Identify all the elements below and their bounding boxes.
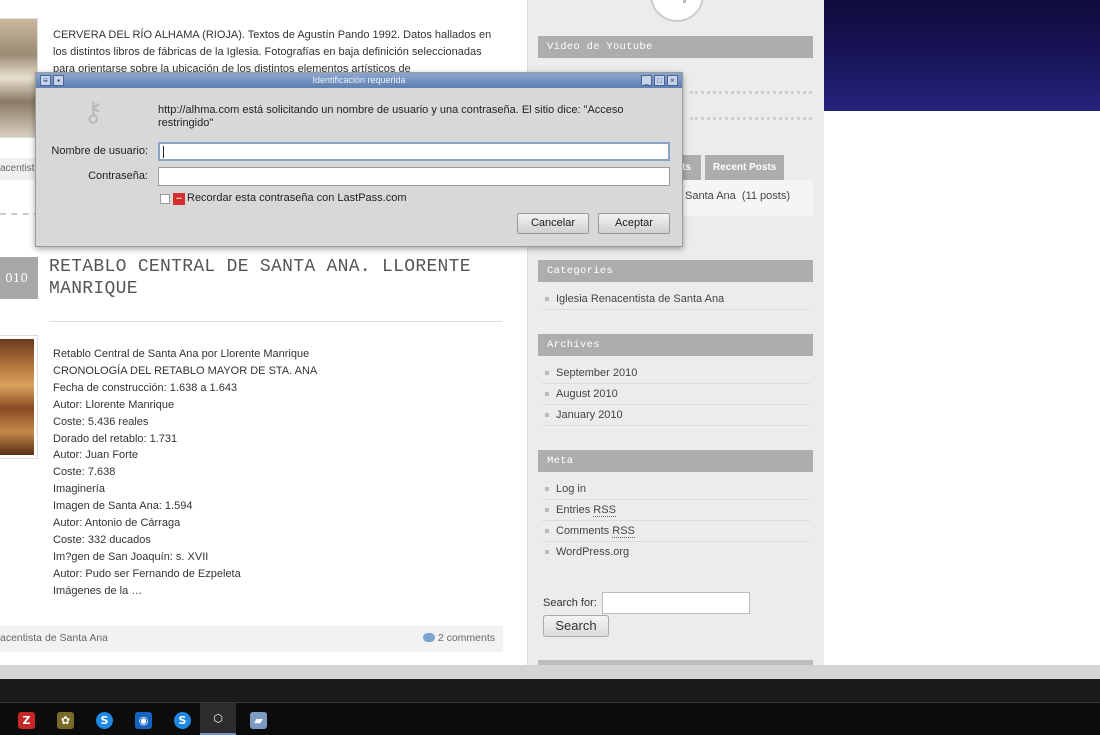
remember-label[interactable]: Recordar esta contraseña con LastPass.co… xyxy=(187,192,407,204)
post-line: Imaginería xyxy=(53,483,105,496)
post-line: Autor: Llorente Manrique xyxy=(53,398,175,411)
post-title[interactable]: RETABLO CENTRAL DE SANTA ANA. LLORENTE M… xyxy=(49,256,509,300)
widget-title-archives: Archives xyxy=(538,334,813,356)
network-icon[interactable]: ✿ xyxy=(57,712,74,729)
taskbar: Z ✿ S ◉ S ⬡ ▰ xyxy=(0,703,1100,735)
categories-list: Iglesia Renacentista de Santa Ana xyxy=(542,289,810,310)
close-icon[interactable]: × xyxy=(667,75,678,86)
comment-bubble-icon xyxy=(422,633,435,642)
remember-checkbox[interactable] xyxy=(160,194,170,204)
meta-entries-rss-link[interactable]: Entries RSS xyxy=(542,500,810,521)
meta-list: Log in Entries RSS Comments RSS WordPres… xyxy=(542,479,810,563)
loading-dots xyxy=(690,91,812,94)
post-excerpt: CERVERA DEL RÍO ALHAMA (RIOJA). Textos d… xyxy=(53,29,492,75)
post-line: Dorado del retablo: 1.731 xyxy=(53,432,178,445)
post-divider xyxy=(0,213,40,215)
search-input[interactable] xyxy=(602,592,750,614)
cancel-button[interactable]: Cancelar xyxy=(517,213,589,234)
meta-comments-rss-link[interactable]: Comments RSS xyxy=(542,521,810,542)
minimize-icon[interactable]: _ xyxy=(641,75,652,86)
post-line: Autor: Juan Forte xyxy=(53,449,138,462)
window-bottom-edge xyxy=(0,679,1100,703)
post-line: CRONOLOGÍA DEL RETABLO MAYOR DE STA. ANA xyxy=(53,364,318,377)
username-input[interactable] xyxy=(158,142,670,161)
filezilla-icon[interactable]: Z xyxy=(18,712,35,729)
post-footer: acentista de Santa Ana 2 comments xyxy=(0,626,503,652)
post-date-badge: 010 xyxy=(0,257,38,299)
rss-icon[interactable] xyxy=(650,0,704,22)
archive-item[interactable]: September 2010 xyxy=(542,363,810,384)
virtualbox-icon[interactable]: ⬡ xyxy=(200,703,236,735)
post-line: Coste: 5.436 reales xyxy=(53,415,149,428)
post-line: Coste: 7.638 xyxy=(53,466,116,479)
tab-panel: Santa Ana (11 posts) xyxy=(668,180,813,216)
post-category-link[interactable]: acentista de Santa Ana xyxy=(0,632,108,644)
post-body: Retablo Central de Santa Ana por Llorent… xyxy=(53,346,503,600)
tab-recent-posts[interactable]: Recent Posts xyxy=(705,155,785,180)
key-icon: ⚷ xyxy=(83,96,104,127)
post-line: Fecha de construcción: 1.638 a 1.643 xyxy=(53,381,238,394)
background-panel xyxy=(824,111,1100,665)
post-thumbnail[interactable] xyxy=(0,18,38,138)
category-item[interactable]: Iglesia Renacentista de Santa Ana xyxy=(542,289,810,310)
post-line: Autor: Pudo ser Fernando de Ezpeleta xyxy=(53,567,241,580)
post-line: Retablo Central de Santa Ana por Llorent… xyxy=(53,348,310,360)
post-line: Imagen de Santa Ana: 1.594 xyxy=(53,500,193,513)
comments-link[interactable]: 2 comments xyxy=(422,632,495,644)
dialog-titlebar[interactable]: ≡ ▪ Identificación requerida _ □ × xyxy=(36,73,682,88)
post-line: Imágenes de la … xyxy=(53,584,143,597)
widget-title-video: Video de Youtube xyxy=(538,36,813,58)
post-category-link[interactable]: acentist xyxy=(0,158,40,180)
search-label: Search for: xyxy=(543,597,597,609)
username-label: Nombre de usuario: xyxy=(51,145,148,157)
title-divider xyxy=(49,321,502,322)
loading-dots xyxy=(690,117,812,120)
post-line: Coste: 332 ducados xyxy=(53,533,151,546)
password-input[interactable] xyxy=(158,167,670,186)
archive-item[interactable]: August 2010 xyxy=(542,384,810,405)
archives-list: September 2010 August 2010 January 2010 xyxy=(542,363,810,426)
accept-button[interactable]: Aceptar xyxy=(598,213,670,234)
post-line: Autor: Antonio de Cárraga xyxy=(53,517,181,530)
messenger-icon[interactable]: ◉ xyxy=(135,712,152,729)
notes-icon[interactable]: ▰ xyxy=(250,712,267,729)
dialog-title: Identificación requerida xyxy=(312,75,406,85)
skype-icon[interactable]: S xyxy=(174,712,191,729)
tab-panel-item[interactable]: Santa Ana (11 posts) xyxy=(685,190,790,202)
auth-dialog: ≡ ▪ Identificación requerida _ □ × ⚷ htt… xyxy=(35,72,683,247)
meta-login-link[interactable]: Log in xyxy=(542,479,810,500)
comments-count[interactable]: 2 comments xyxy=(438,632,495,644)
archive-item[interactable]: January 2010 xyxy=(542,405,810,426)
meta-wordpress-link[interactable]: WordPress.org xyxy=(542,542,810,563)
widget-title-meta: Meta xyxy=(538,450,813,472)
widget-title-categories: Categories xyxy=(538,260,813,282)
lastpass-icon: ••• xyxy=(173,193,185,205)
post-thumbnail-retablo[interactable] xyxy=(0,335,38,459)
post-line: Im?gen de San Joaquín: s. XVII xyxy=(53,550,209,563)
password-label: Contraseña: xyxy=(88,170,148,182)
search-button[interactable]: Search xyxy=(543,615,609,637)
dialog-message: http://alhma.com está solicitando un nom… xyxy=(158,104,624,129)
maximize-icon[interactable]: □ xyxy=(654,75,665,86)
background-header-panel xyxy=(824,0,1100,111)
skype-icon[interactable]: S xyxy=(96,712,113,729)
browser-statusbar xyxy=(0,665,1100,679)
